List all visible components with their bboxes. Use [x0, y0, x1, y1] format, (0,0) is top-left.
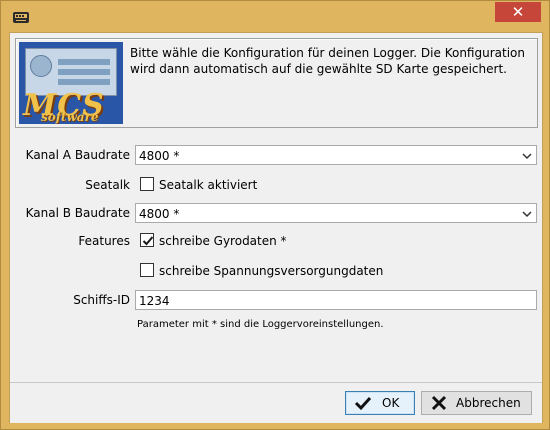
kanal-a-baudrate-select[interactable]: 4800 * — [135, 145, 537, 165]
defaults-note: Parameter mit * sind die Loggervoreinste… — [137, 319, 384, 330]
kanal-b-label: Kanal B Baudrate — [25, 206, 130, 220]
schiffs-id-label: Schiffs-ID — [73, 293, 130, 307]
power-checkbox[interactable] — [140, 263, 154, 277]
seatalk-label: Seatalk — [85, 178, 130, 192]
schiffs-id-value: 1234 — [139, 294, 170, 308]
dialog-window: ✕ MCS software Bitte wähle die Konfigura… — [0, 0, 550, 430]
power-checkbox-label[interactable]: schreibe Spannungsversorgungdaten — [159, 264, 383, 278]
ok-button[interactable]: OK — [345, 391, 415, 415]
schiffs-id-input[interactable]: 1234 — [135, 290, 537, 310]
gyro-checkbox[interactable] — [140, 233, 154, 247]
gyro-checkbox-label[interactable]: schreibe Gyrodaten * — [159, 234, 287, 248]
description-text: Bitte wähle die Konfiguration für deinen… — [130, 46, 525, 76]
kanal-a-label: Kanal A Baudrate — [25, 148, 130, 162]
x-icon — [430, 395, 448, 411]
dialog-content: MCS software Bitte wähle die Konfigurati… — [9, 32, 543, 423]
chevron-down-icon — [522, 150, 532, 160]
seatalk-checkbox[interactable] — [140, 177, 154, 191]
close-icon: ✕ — [511, 3, 525, 21]
seatalk-checkbox-label[interactable]: Seatalk aktiviert — [159, 178, 257, 192]
button-bar: OK Abbrechen — [10, 382, 542, 423]
title-bar[interactable]: ✕ — [1, 1, 549, 31]
kanal-b-value: 4800 * — [139, 207, 180, 221]
close-button[interactable]: ✕ — [495, 2, 541, 22]
cancel-label: Abbrechen — [456, 396, 521, 410]
ok-label: OK — [382, 396, 400, 410]
checkmark-icon — [142, 236, 154, 246]
cancel-button[interactable]: Abbrechen — [421, 391, 532, 415]
header-panel: MCS software Bitte wähle die Konfigurati… — [15, 38, 538, 128]
mcs-logo: MCS software — [19, 42, 123, 124]
kanal-b-baudrate-select[interactable]: 4800 * — [135, 203, 537, 223]
kanal-a-value: 4800 * — [139, 149, 180, 163]
app-icon — [12, 11, 30, 24]
logo-subtext: software — [41, 110, 99, 124]
chevron-down-icon — [522, 208, 532, 218]
checkmark-icon — [354, 395, 372, 411]
features-label: Features — [78, 234, 130, 248]
